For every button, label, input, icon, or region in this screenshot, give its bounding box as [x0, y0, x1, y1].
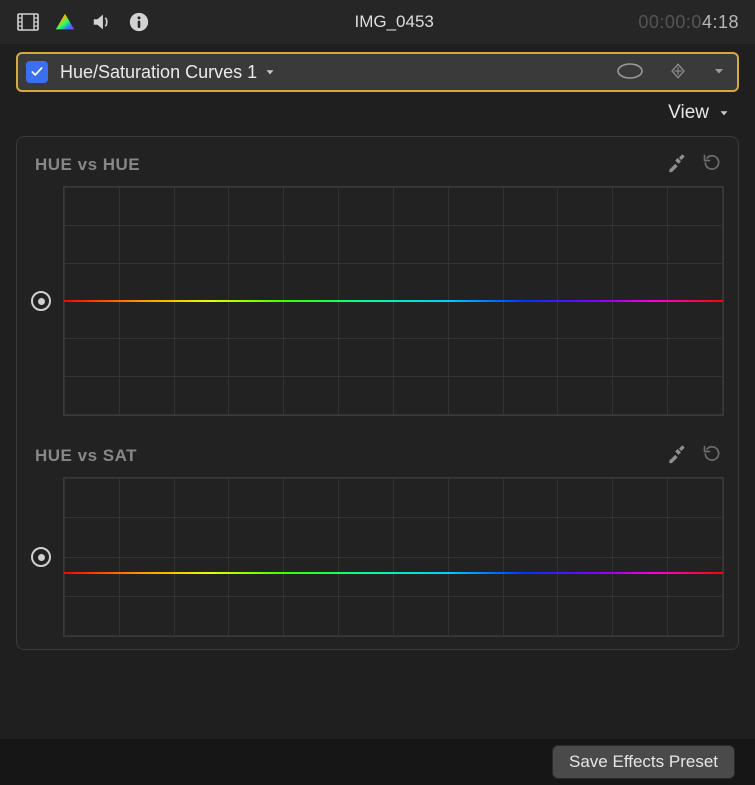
reset-icon — [702, 153, 722, 173]
inspector-top-toolbar: IMG_0453 00:00:04:18 — [0, 0, 755, 44]
timecode-suffix: 4:18 — [702, 12, 739, 32]
curve-line[interactable] — [64, 300, 723, 302]
reset-icon — [702, 444, 722, 464]
video-inspector-tab[interactable] — [16, 10, 40, 34]
curve-title: HUE vs HUE — [35, 155, 140, 175]
info-inspector-tab[interactable] — [128, 11, 150, 33]
add-control-point-toggle[interactable] — [31, 547, 51, 567]
bottom-bar: Save Effects Preset — [0, 739, 755, 785]
clip-title: IMG_0453 — [355, 12, 434, 32]
chevron-down-icon — [717, 106, 731, 120]
effect-enable-checkbox[interactable] — [26, 61, 48, 83]
keyframe-icon — [669, 62, 687, 80]
eyedropper-icon — [666, 153, 686, 173]
chevron-down-icon — [263, 65, 277, 79]
effect-header-bar: Hue/Saturation Curves 1 — [16, 52, 739, 92]
effect-disclosure-button[interactable] — [711, 63, 727, 82]
eyedropper-icon — [666, 444, 686, 464]
check-icon — [30, 65, 44, 79]
view-menu-button[interactable]: View — [668, 102, 731, 124]
audio-inspector-tab[interactable] — [90, 11, 114, 33]
effect-name-label: Hue/Saturation Curves 1 — [60, 62, 257, 83]
reset-curve-button[interactable] — [702, 444, 722, 467]
timecode-display: 00:00:04:18 — [638, 12, 739, 33]
mask-button[interactable] — [615, 61, 645, 84]
add-control-point-toggle[interactable] — [31, 291, 51, 311]
effect-name-dropdown[interactable]: Hue/Saturation Curves 1 — [60, 62, 277, 83]
curve-section-hue-vs-sat: HUE vs SAT — [31, 444, 724, 637]
keyframe-button[interactable] — [669, 62, 687, 83]
color-prism-icon — [54, 11, 76, 33]
reset-curve-button[interactable] — [702, 153, 722, 176]
eyedropper-button[interactable] — [666, 444, 686, 467]
chevron-down-icon — [711, 63, 727, 79]
speaker-icon — [90, 11, 114, 33]
save-effects-preset-button[interactable]: Save Effects Preset — [552, 745, 735, 779]
info-icon — [128, 11, 150, 33]
timecode-prefix: 00:00:0 — [638, 12, 702, 32]
curve-title: HUE vs SAT — [35, 446, 137, 466]
curve-line[interactable] — [64, 572, 723, 574]
filmstrip-icon — [16, 10, 40, 34]
curve-section-hue-vs-hue: HUE vs HUE — [31, 153, 724, 416]
eyedropper-button[interactable] — [666, 153, 686, 176]
curves-panel: HUE vs HUE — [16, 136, 739, 650]
color-inspector-tab[interactable] — [54, 11, 76, 33]
curve-grid-hue-vs-sat[interactable] — [63, 477, 724, 637]
view-menu-label: View — [668, 102, 709, 124]
mask-icon — [615, 61, 645, 81]
curve-grid-hue-vs-hue[interactable] — [63, 186, 724, 416]
